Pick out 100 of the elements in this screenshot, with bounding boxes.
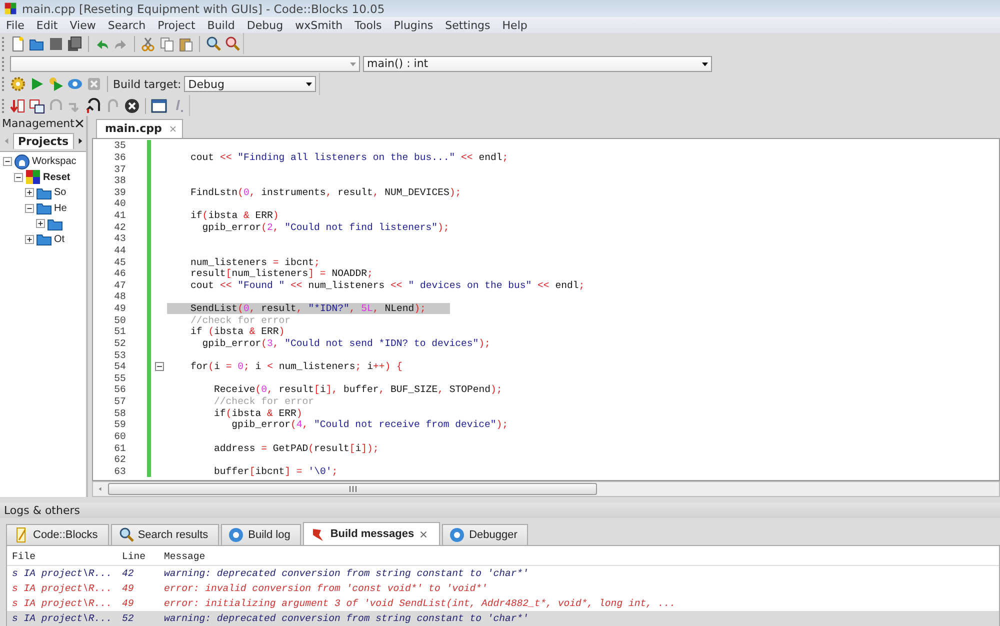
tree-item[interactable]: Reset (43, 172, 70, 183)
tree-item[interactable]: Ot (54, 234, 65, 245)
line-number: 58 (113, 408, 127, 419)
globe-icon (14, 154, 30, 170)
collapse-icon[interactable] (3, 157, 12, 166)
line-number: 53 (113, 350, 127, 361)
table-cell: error: initializing argument 3 of 'void SendList(int, Addr4882_t*, void*, long int, ... (164, 598, 676, 609)
cut-icon[interactable] (140, 36, 156, 52)
code-line: result[num_listeners] = NOADDR; (190, 268, 373, 280)
tree-item[interactable]: Workspac (32, 156, 76, 168)
code-line: buffer[ibcnt] = '\0'; (213, 466, 338, 477)
app-icon (4, 2, 17, 15)
table-cell: warning: deprecated conversion from string constant to 'char*' (164, 568, 529, 579)
close-icon[interactable] (418, 528, 430, 540)
menu-item[interactable]: Settings (439, 18, 496, 32)
function-dropdown[interactable]: main() : int (363, 56, 712, 72)
table-cell-text: s IA project\R... (11, 613, 113, 624)
code-line: address = GetPAD(result[i]); (213, 442, 379, 454)
menu-item[interactable]: Help (496, 18, 534, 32)
copy-icon[interactable] (159, 36, 175, 52)
line-number: 37 (113, 164, 127, 175)
file-tab[interactable]: main.cpp (96, 119, 183, 138)
expand-icon[interactable] (25, 188, 34, 198)
menu-item[interactable]: Search (102, 18, 152, 32)
code-line: Receive(0, result[i], buffer, BUF_SIZE, STOPend); (213, 384, 502, 396)
build-run-icon[interactable] (48, 76, 64, 92)
code-line: //check for error (190, 314, 290, 326)
code-line: gpib_error(3, "Could not send *IDN? to devices"); (201, 338, 490, 349)
line-number: 54 (113, 361, 127, 372)
log-tab[interactable]: Search results (110, 524, 220, 545)
menu-item[interactable]: Tools (348, 18, 388, 32)
step-out-icon[interactable] (86, 98, 102, 114)
line-number: 40 (113, 198, 127, 210)
line-number: 61 (113, 442, 127, 454)
gear-icon[interactable] (10, 76, 26, 92)
line-number: 56 (113, 384, 127, 396)
line-number: 59 (113, 419, 127, 430)
tree-item[interactable]: So (54, 187, 66, 198)
table-cell: warning: deprecated conversion from string constant to 'char*' (164, 613, 529, 624)
log-tab[interactable]: Debugger (442, 524, 528, 545)
table-cell: error: invalid conversion from 'const void*' to 'void*' (164, 583, 488, 594)
save-all-icon[interactable] (67, 36, 83, 52)
menu-item[interactable]: Plugins (388, 18, 440, 32)
column-header[interactable]: File (7, 551, 118, 562)
log-tab[interactable]: Build messages (303, 522, 440, 545)
line-number: 57 (113, 396, 127, 408)
new-file-icon[interactable] (10, 36, 26, 52)
log-tab[interactable]: Code::Blocks (6, 524, 109, 545)
line-number: 38 (113, 175, 127, 186)
line-number: 52 (113, 338, 127, 349)
menu-item[interactable]: Edit (30, 18, 64, 32)
column-header[interactable]: Line (118, 551, 164, 562)
fold-icon[interactable] (154, 362, 164, 372)
magnifier-icon (118, 527, 134, 543)
line-number: 50 (113, 314, 127, 326)
projects-tab[interactable]: Projects (13, 133, 74, 149)
scrollbar-thumb[interactable] (108, 483, 597, 495)
run-to-cursor-icon[interactable] (29, 98, 45, 114)
panel-title: Management (2, 117, 74, 130)
line-number: 60 (113, 430, 127, 442)
run-icon[interactable] (29, 76, 45, 92)
menu-item[interactable]: wxSmith (289, 18, 349, 32)
menu-item[interactable]: Debug (240, 18, 290, 32)
search-icon[interactable] (205, 36, 221, 52)
collapse-icon[interactable] (14, 172, 23, 182)
window-icon[interactable] (151, 98, 167, 114)
window-title: main.cpp [Reseting Equipment with GUIs] - Code::Blocks 10.05 (22, 2, 385, 16)
close-icon[interactable] (74, 118, 86, 129)
save-icon[interactable] (48, 36, 64, 52)
line-number: 45 (113, 256, 127, 268)
code-line: num_listeners = ibcnt; (190, 256, 320, 268)
collapse-icon[interactable] (25, 204, 34, 213)
line-number: 63 (113, 466, 127, 477)
code-line: //check for error (213, 396, 314, 408)
menu-item[interactable]: File (0, 18, 30, 32)
menu-item[interactable]: Project (152, 18, 202, 32)
code-line: if(ibsta & ERR) (213, 408, 302, 419)
line-number: 46 (113, 268, 127, 280)
code-line: if (ibsta & ERR) (190, 326, 285, 338)
build-target-dropdown[interactable]: Debug (184, 76, 316, 92)
expand-icon[interactable] (25, 234, 34, 244)
debug-icon[interactable] (10, 98, 26, 114)
code-line: if(ibsta & ERR) (190, 210, 279, 222)
menu-item[interactable]: Build (201, 18, 241, 32)
line-number: 44 (113, 244, 127, 256)
abort-icon[interactable] (124, 98, 140, 114)
column-header[interactable]: Message (164, 551, 206, 562)
code-line: for(i = 0; i < num_listeners; i++) { (190, 361, 402, 372)
paste-icon[interactable] (178, 36, 194, 52)
table-cell-text: 49 (121, 598, 135, 609)
expand-icon[interactable] (36, 219, 45, 228)
menu-item[interactable]: View (64, 18, 102, 32)
log-tab[interactable]: Build log (221, 524, 302, 545)
table-cell-text: 52 (121, 613, 135, 624)
tree-item[interactable]: He (54, 202, 67, 214)
replace-icon[interactable] (224, 36, 240, 52)
code-line: gpib_error(2, "Could not find listeners"); (201, 222, 450, 233)
code-line: cout << "Finding all listeners on the bus..." << endl; (190, 152, 508, 163)
line-number: 62 (113, 454, 127, 466)
line-number: 36 (113, 152, 127, 163)
